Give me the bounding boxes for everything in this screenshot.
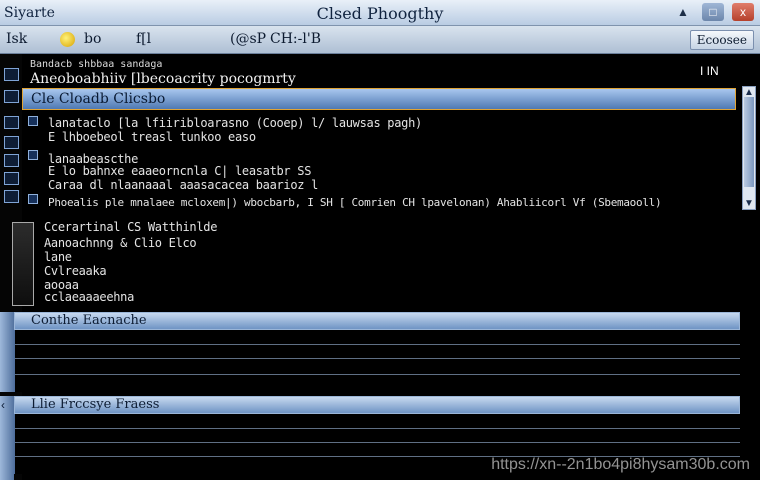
toolbar-item-3[interactable]: f[l (136, 31, 151, 47)
pane-header: Aneoboabhiiv [lbecoacrity pocogmrty (30, 71, 296, 87)
maximize-button[interactable]: □ (702, 3, 724, 21)
selected-row[interactable]: Cle Cloadb Clicsbo (22, 88, 736, 110)
file-icon[interactable] (4, 116, 19, 129)
toolbar: Isk bo f[l (@sP CH:-l'B Ecoosee (0, 26, 760, 54)
side-strip (0, 312, 14, 392)
detail-group: Ccerartinal CS Watthinlde Aanoachnng & C… (12, 220, 732, 310)
window-title: Clsed Phoogthy (316, 4, 444, 23)
toolbar-item-5[interactable]: CH:-l'B (270, 31, 321, 47)
group-title: Ccerartinal CS Watthinlde (44, 220, 218, 234)
list-item[interactable]: lanataclo [la lfiiribloarasno (Cooep) l/… (48, 116, 422, 130)
vertical-scrollbar[interactable]: ▲ ▼ (742, 86, 756, 210)
panel-body-1 (14, 330, 740, 392)
smiley-icon[interactable] (60, 32, 75, 47)
panel-header-2[interactable]: Llie Frccsye Fraess (14, 396, 740, 414)
row-icon (28, 116, 38, 126)
list-item[interactable]: cclaeaaaeehna (44, 290, 134, 304)
panel-header-1[interactable]: Conthe Eacnache (14, 312, 740, 330)
file-icon[interactable] (4, 190, 19, 203)
list-item[interactable]: Aanoachnng & Clio Elco (44, 236, 197, 250)
file-icon[interactable] (4, 136, 19, 149)
pane-subheader: Bandacb shbbaa sandaga (30, 59, 163, 70)
folder-icon[interactable] (4, 68, 19, 81)
pane-right-icons[interactable]: I IN (700, 64, 740, 78)
close-button[interactable]: x (732, 3, 754, 21)
toolbar-item-2[interactable]: bo (84, 31, 101, 47)
list-item[interactable]: Phoealis ple mnalaee mcloxem|) wbocbarb,… (48, 196, 662, 209)
list-item[interactable]: Cvlreaaka (44, 264, 107, 278)
file-icon[interactable] (4, 154, 19, 167)
toolbar-right-button[interactable]: Ecoosee (689, 30, 754, 50)
file-icon[interactable] (4, 172, 19, 185)
list-item[interactable]: Caraa dl nlaanaaal aaasacacea baarioz l (48, 178, 318, 192)
title-bar: Siyarte Clsed Phoogthy ▲ □ x (0, 0, 760, 26)
scroll-thumb[interactable] (744, 97, 754, 187)
list-item[interactable]: E lo bahnxe eaaeorncnla C| leasatbr SS (48, 164, 311, 178)
list-item[interactable]: lane (44, 250, 72, 264)
toolbar-item-4[interactable]: (@sP (230, 31, 266, 47)
row-icon (28, 150, 38, 160)
toolbar-item-1[interactable]: Isk (6, 31, 27, 47)
minimize-button[interactable]: ▲ (672, 3, 694, 21)
device-icon (12, 222, 34, 306)
list-item[interactable]: E lhboebeol treasl tunkoo easo (48, 130, 256, 144)
chevron-left-icon[interactable]: ‹ (1, 398, 5, 412)
grid-icon[interactable] (4, 90, 19, 103)
watermark-url: https://xn--2n1bo4pi8hysam30b.com (491, 456, 750, 473)
row-icon (28, 194, 38, 204)
window-controls: ▲ □ x (672, 3, 754, 21)
scroll-down-icon[interactable]: ▼ (743, 198, 755, 209)
